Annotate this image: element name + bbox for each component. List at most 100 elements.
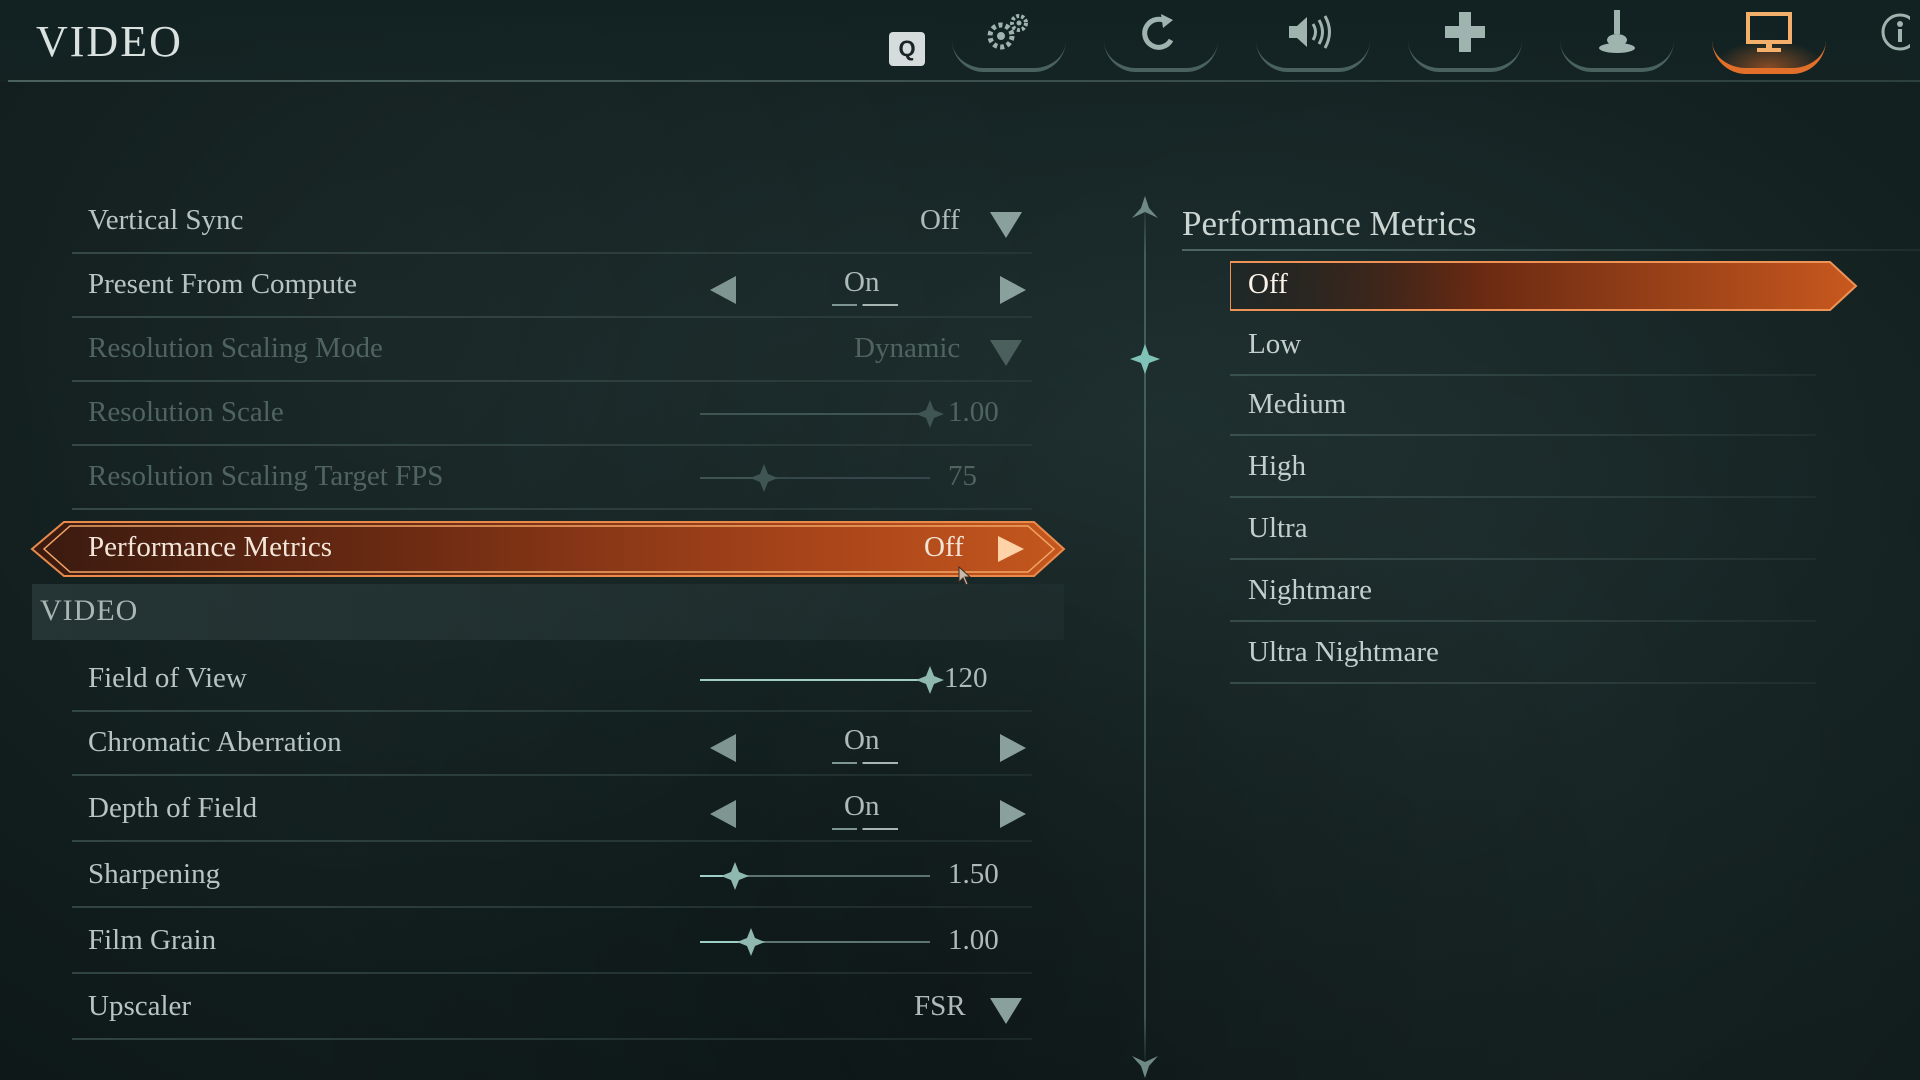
accessibility-icon	[1881, 13, 1910, 51]
option-label: Medium	[1248, 388, 1347, 420]
setting-label: Present From Compute	[88, 268, 358, 300]
slider-knob-icon	[916, 400, 944, 428]
setting-value: FSR	[914, 990, 966, 1022]
arrow-left-icon[interactable]	[710, 734, 736, 762]
setting-value: Off	[924, 531, 964, 563]
option-ultra-nightmare[interactable]: Ultra Nightmare	[1230, 624, 1816, 684]
slider-track[interactable]	[700, 862, 930, 890]
setting-value: 1.00	[948, 924, 999, 956]
scroll-up-icon[interactable]	[1128, 196, 1162, 220]
setting-value: 1.00	[948, 396, 999, 428]
joystick-icon	[1599, 10, 1635, 53]
options-panel-title-divider	[1182, 249, 1920, 251]
option-label: Low	[1248, 328, 1302, 360]
arrow-right-icon[interactable]	[1000, 276, 1026, 304]
slider-track[interactable]	[700, 928, 930, 956]
dropdown-arrow-icon[interactable]	[990, 998, 1022, 1024]
mouse-cursor-icon	[958, 566, 972, 586]
setting-label: Film Grain	[88, 924, 217, 956]
setting-value: On	[844, 790, 880, 822]
setting-label: Depth of Field	[88, 792, 258, 824]
setting-label: Resolution Scale	[88, 396, 284, 428]
top-bar: VIDEO Q	[0, 0, 1920, 82]
option-selection-highlight	[1230, 261, 1858, 311]
dropdown-arrow-icon[interactable]	[990, 212, 1022, 238]
setting-value: Off	[920, 204, 960, 236]
toggle-indicator	[832, 828, 898, 830]
tab-audio[interactable]	[1252, 4, 1374, 72]
setting-label: Vertical Sync	[88, 204, 244, 236]
tab-general[interactable]	[948, 4, 1070, 72]
q-key-hint: Q	[889, 32, 925, 66]
top-bar-divider	[8, 80, 1920, 82]
setting-label: Performance Metrics	[88, 531, 332, 563]
option-low[interactable]: Low	[1230, 316, 1816, 376]
slider-track[interactable]	[700, 666, 944, 694]
option-label: Ultra	[1248, 512, 1308, 544]
option-label: High	[1248, 450, 1306, 482]
arrow-right-icon[interactable]	[1000, 800, 1026, 828]
tab-accessibility[interactable]	[1860, 4, 1920, 70]
tab-video[interactable]	[1708, 4, 1830, 74]
arrow-left-icon[interactable]	[710, 276, 736, 304]
speaker-icon	[1289, 15, 1331, 49]
slider-knob-icon[interactable]	[720, 862, 749, 890]
option-ultra[interactable]: Ultra	[1230, 500, 1816, 560]
options-panel-title: Performance Metrics	[1182, 204, 1477, 243]
setting-value: 120	[944, 662, 988, 694]
scroll-thumb-icon[interactable]	[1130, 344, 1160, 374]
setting-value: On	[844, 724, 880, 756]
slider-knob-icon	[750, 464, 779, 492]
arrow-left-icon[interactable]	[710, 800, 736, 828]
setting-present-from-compute[interactable]: Present From Compute On	[72, 254, 1032, 318]
dpad-icon	[1445, 12, 1485, 52]
arrow-right-icon[interactable]	[996, 534, 1026, 564]
scroll-down-icon[interactable]	[1128, 1054, 1162, 1078]
setting-resolution-scaling-target-fps: Resolution Scaling Target FPS 75	[72, 446, 1032, 510]
option-label: Off	[1248, 268, 1288, 300]
page-title: VIDEO	[36, 17, 183, 66]
slider-track	[700, 400, 944, 428]
slider-knob-icon[interactable]	[916, 666, 944, 694]
section-header-video: VIDEO	[32, 584, 1064, 640]
setting-value: On	[844, 266, 880, 298]
setting-label: Sharpening	[88, 858, 221, 890]
setting-label: Resolution Scaling Target FPS	[88, 460, 444, 492]
setting-resolution-scaling-mode: Resolution Scaling Mode Dynamic	[72, 318, 1032, 382]
dropdown-arrow-icon	[990, 340, 1022, 366]
tab-gameplay[interactable]	[1100, 4, 1222, 72]
toggle-indicator	[832, 762, 898, 764]
gears-icon	[987, 14, 1028, 50]
arrow-right-icon[interactable]	[1000, 734, 1026, 762]
reset-arrow-icon	[1142, 14, 1174, 50]
setting-label: Field of View	[88, 662, 247, 694]
setting-performance-metrics[interactable]: Performance Metrics Off	[30, 520, 1066, 578]
monitor-icon	[1746, 12, 1792, 52]
setting-vertical-sync[interactable]: Vertical Sync Off	[72, 190, 1032, 254]
option-label: Nightmare	[1248, 574, 1373, 606]
setting-value: 75	[948, 460, 977, 492]
slider-track	[700, 464, 930, 492]
option-nightmare[interactable]: Nightmare	[1230, 562, 1816, 622]
slider-knob-icon[interactable]	[736, 928, 765, 956]
setting-field-of-view[interactable]: Field of View 120	[72, 648, 1032, 712]
tab-controller[interactable]	[1556, 4, 1678, 72]
setting-upscaler[interactable]: Upscaler FSR	[72, 976, 1032, 1040]
tab-controls[interactable]	[1404, 4, 1526, 72]
option-medium[interactable]: Medium	[1230, 376, 1816, 436]
setting-chromatic-aberration[interactable]: Chromatic Aberration On	[72, 712, 1032, 776]
option-off[interactable]: Off	[1230, 256, 1858, 316]
setting-label: Upscaler	[88, 990, 192, 1022]
setting-sharpening[interactable]: Sharpening 1.50	[72, 844, 1032, 908]
option-high[interactable]: High	[1230, 438, 1816, 498]
panel-divider	[1144, 200, 1146, 1070]
setting-value: 1.50	[948, 858, 999, 890]
toggle-indicator	[832, 304, 898, 306]
setting-label: Chromatic Aberration	[88, 726, 342, 758]
option-label: Ultra Nightmare	[1248, 636, 1439, 668]
section-title: VIDEO	[40, 594, 139, 627]
setting-resolution-scale: Resolution Scale 1.00	[72, 382, 1032, 446]
setting-film-grain[interactable]: Film Grain 1.00	[72, 910, 1032, 974]
setting-label: Resolution Scaling Mode	[88, 332, 383, 364]
setting-depth-of-field[interactable]: Depth of Field On	[72, 778, 1032, 842]
